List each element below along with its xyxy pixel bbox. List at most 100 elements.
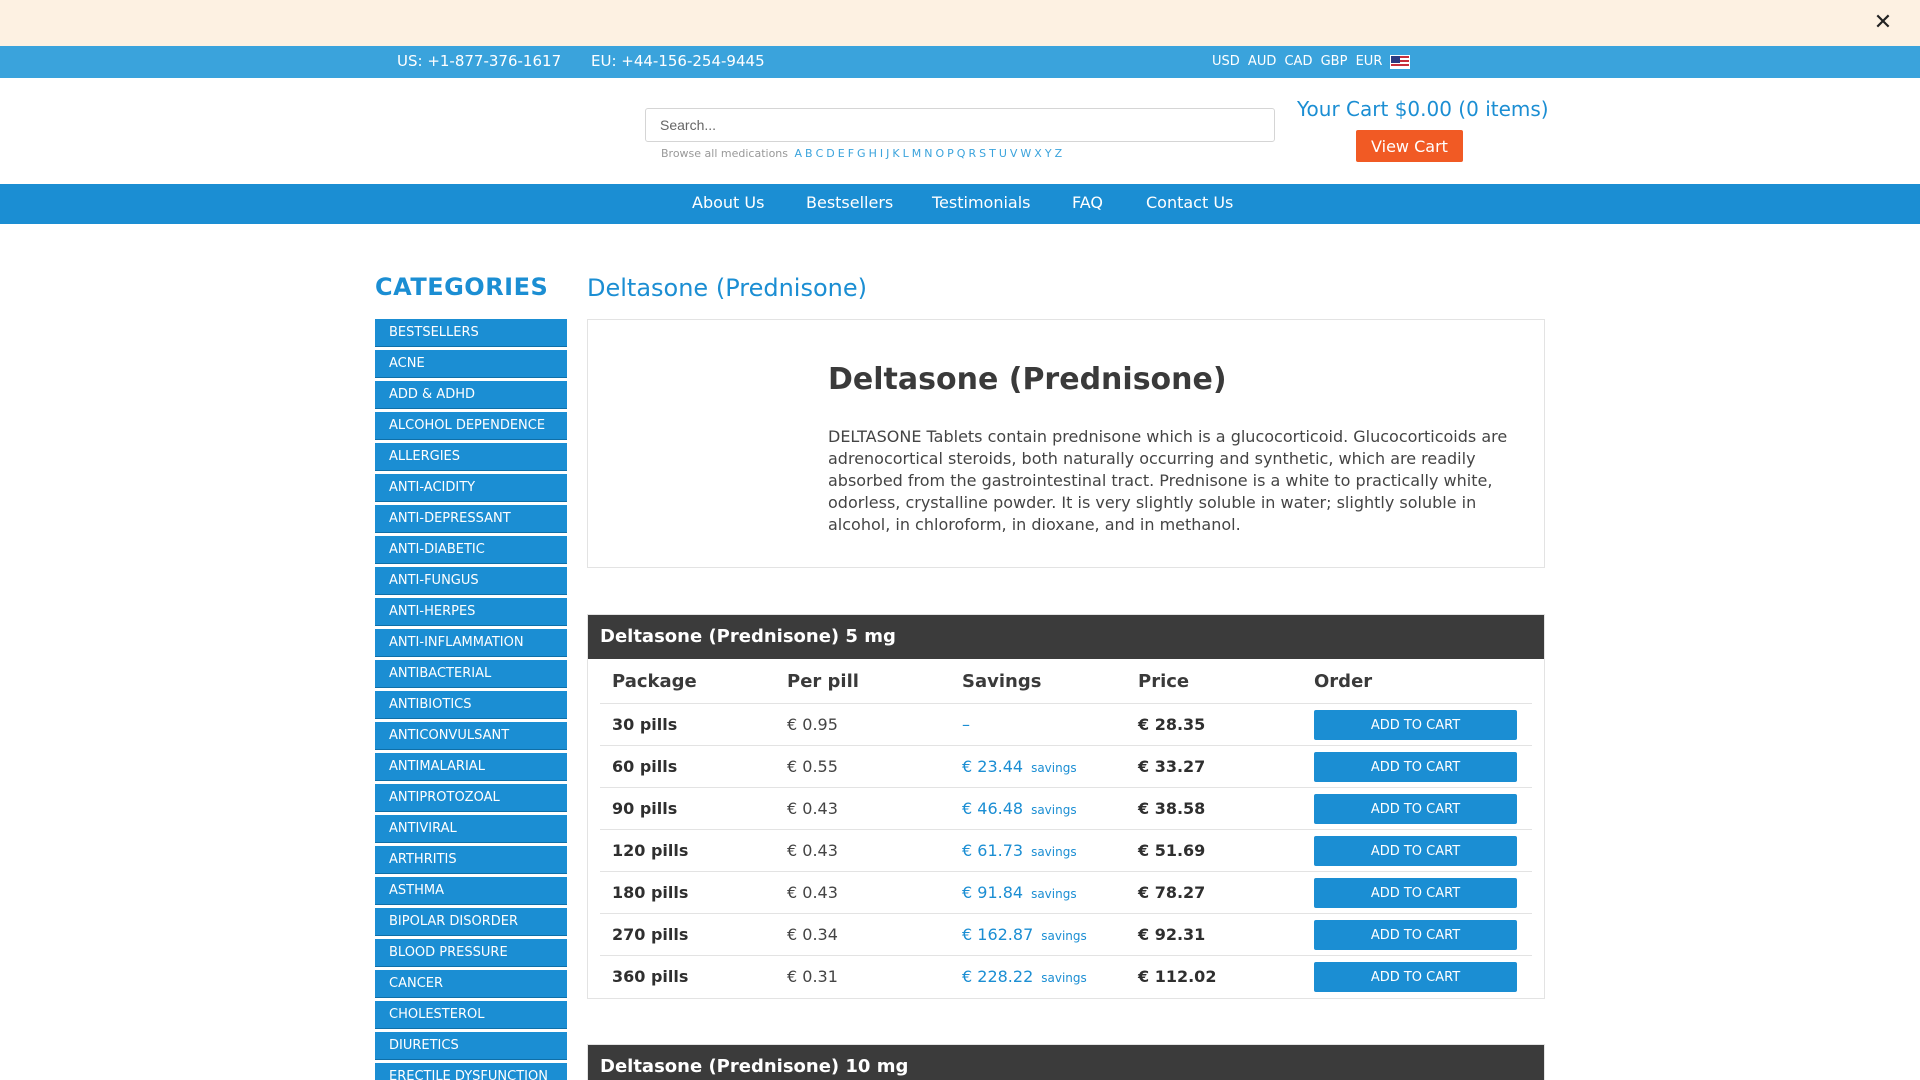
- sidebar-item-antimalarial[interactable]: Antimalarial: [375, 753, 567, 781]
- package-cell: 120 pills: [612, 841, 689, 860]
- currency-usd[interactable]: USD: [1212, 54, 1240, 69]
- header-savings: Savings: [962, 671, 1042, 692]
- browse-letter-j[interactable]: J: [886, 147, 889, 160]
- browse-letter-o[interactable]: O: [935, 147, 944, 160]
- currency-gbp[interactable]: GBP: [1321, 54, 1348, 69]
- view-cart-button[interactable]: View Cart: [1356, 130, 1463, 162]
- savings-label: savings: [1031, 845, 1077, 859]
- us-flag-icon[interactable]: [1390, 55, 1410, 69]
- add-to-cart-button[interactable]: Add to cart: [1314, 710, 1517, 740]
- close-icon[interactable]: ✕: [1868, 8, 1898, 38]
- per-pill-cell: € 0.43: [787, 883, 838, 902]
- nav-bestsellers[interactable]: Bestsellers: [806, 193, 893, 212]
- sidebar-item-alcohol-dependence[interactable]: Alcohol Dependence: [375, 412, 567, 440]
- phone-eu[interactable]: EU: +44-156-254-9445: [591, 52, 765, 70]
- sidebar-item-bipolar-disorder[interactable]: Bipolar Disorder: [375, 908, 567, 936]
- currency-aud[interactable]: AUD: [1248, 54, 1276, 69]
- cart-summary[interactable]: Your Cart $0.00 (0 items): [1297, 97, 1549, 121]
- sidebar-item-cancer[interactable]: Cancer: [375, 970, 567, 998]
- browse-letter-p[interactable]: P: [947, 147, 954, 160]
- nav-about-us[interactable]: About Us: [692, 193, 764, 212]
- browse-letter-k[interactable]: K: [892, 147, 899, 160]
- price-cell: € 112.02: [1138, 967, 1217, 986]
- per-pill-cell: € 0.31: [787, 967, 838, 986]
- price-table: Package Per pill Savings Price Order 30 …: [600, 659, 1532, 998]
- browse-letter-q[interactable]: Q: [957, 147, 966, 160]
- add-to-cart-button[interactable]: Add to cart: [1314, 794, 1517, 824]
- sidebar-item-anti-diabetic[interactable]: Anti-Diabetic: [375, 536, 567, 564]
- savings-amount: € 61.73: [962, 841, 1024, 860]
- sidebar-item-cholesterol[interactable]: Cholesterol: [375, 1001, 567, 1029]
- browse-letter-s[interactable]: S: [979, 147, 986, 160]
- browse-letter-b[interactable]: B: [805, 147, 813, 160]
- sidebar-item-antibiotics[interactable]: Antibiotics: [375, 691, 567, 719]
- savings-cell: € 61.73 savings: [962, 841, 1077, 860]
- promo-banner: ✕: [0, 0, 1920, 46]
- dose-title: Deltasone (Prednisone) 10 mg: [588, 1045, 1544, 1080]
- product-info-card: Deltasone (Prednisone) DELTASONE Tablets…: [587, 319, 1545, 568]
- dose-block-5mg: Deltasone (Prednisone) 5 mg Package Per …: [587, 614, 1545, 999]
- package-cell: 90 pills: [612, 799, 678, 818]
- sidebar-item-antiprotozoal[interactable]: Antiprotozoal: [375, 784, 567, 812]
- sidebar-item-anti-herpes[interactable]: Anti-Herpes: [375, 598, 567, 626]
- sidebar-item-blood-pressure[interactable]: Blood Pressure: [375, 939, 567, 967]
- sidebar-item-diuretics[interactable]: Diuretics: [375, 1032, 567, 1060]
- add-to-cart-button[interactable]: Add to cart: [1314, 836, 1517, 866]
- browse-letter-c[interactable]: C: [816, 147, 824, 160]
- header-per-pill: Per pill: [787, 671, 859, 692]
- search-input[interactable]: [645, 108, 1275, 142]
- sidebar-item-erectile-dysfunction[interactable]: Erectile Dysfunction: [375, 1063, 567, 1080]
- sidebar-item-anti-acidity[interactable]: Anti-Acidity: [375, 474, 567, 502]
- browse-letter-m[interactable]: M: [912, 147, 922, 160]
- table-row: 360 pills € 0.31 € 228.22 savings € 112.02 Ad…: [600, 956, 1532, 998]
- browse-letter-n[interactable]: N: [924, 147, 932, 160]
- nav-testimonials[interactable]: Testimonials: [932, 193, 1031, 212]
- sidebar-item-bestsellers[interactable]: Bestsellers: [375, 319, 567, 347]
- sidebar-item-anti-depressant[interactable]: Anti-Depressant: [375, 505, 567, 533]
- browse-letter-y[interactable]: Y: [1045, 147, 1052, 160]
- sidebar-item-asthma[interactable]: Asthma: [375, 877, 567, 905]
- browse-letter-f[interactable]: F: [848, 147, 854, 160]
- sidebar-item-anti-fungus[interactable]: Anti-Fungus: [375, 567, 567, 595]
- browse-letter-d[interactable]: D: [826, 147, 834, 160]
- sidebar-item-add-adhd[interactable]: Add & Adhd: [375, 381, 567, 409]
- currency-eur[interactable]: EUR: [1356, 54, 1383, 69]
- currency-cad[interactable]: CAD: [1284, 54, 1312, 69]
- sidebar-item-acne[interactable]: Acne: [375, 350, 567, 378]
- nav-contact-us[interactable]: Contact Us: [1146, 193, 1233, 212]
- add-to-cart-button[interactable]: Add to cart: [1314, 920, 1517, 950]
- add-to-cart-button[interactable]: Add to cart: [1314, 962, 1517, 992]
- browse-letter-w[interactable]: W: [1020, 147, 1031, 160]
- savings-amount: € 228.22: [962, 967, 1034, 986]
- browse-letter-u[interactable]: U: [999, 147, 1007, 160]
- browse-letter-t[interactable]: T: [989, 147, 996, 160]
- browse-letter-z[interactable]: Z: [1055, 147, 1063, 160]
- browse-letter-e[interactable]: E: [838, 147, 845, 160]
- browse-letter-x[interactable]: X: [1034, 147, 1042, 160]
- package-cell: 270 pills: [612, 925, 689, 944]
- add-to-cart-button[interactable]: Add to cart: [1314, 752, 1517, 782]
- dose-block-10mg: Deltasone (Prednisone) 10 mg: [587, 1044, 1545, 1080]
- savings-label: savings: [1031, 761, 1077, 775]
- browse-letter-l[interactable]: L: [903, 147, 909, 160]
- product-heading: Deltasone (Prednisone): [828, 362, 1227, 397]
- sidebar-item-antiviral[interactable]: Antiviral: [375, 815, 567, 843]
- package-cell: 30 pills: [612, 715, 678, 734]
- add-to-cart-button[interactable]: Add to cart: [1314, 878, 1517, 908]
- nav-faq[interactable]: FAQ: [1072, 193, 1103, 212]
- sidebar-item-anti-inflammation[interactable]: Anti-Inflammation: [375, 629, 567, 657]
- browse-letter-v[interactable]: V: [1010, 147, 1018, 160]
- sidebar-item-arthritis[interactable]: Arthritis: [375, 846, 567, 874]
- page-title: Deltasone (Prednisone): [587, 274, 867, 302]
- per-pill-cell: € 0.34: [787, 925, 838, 944]
- browse-letter-g[interactable]: G: [857, 147, 866, 160]
- phone-us[interactable]: US: +1-877-376-1617: [397, 52, 561, 70]
- sidebar-item-antibacterial[interactable]: Antibacterial: [375, 660, 567, 688]
- browse-letter-i[interactable]: I: [880, 147, 883, 160]
- browse-letter-a[interactable]: A: [795, 147, 803, 160]
- sidebar-item-anticonvulsant[interactable]: Anticonvulsant: [375, 722, 567, 750]
- browse-letter-r[interactable]: R: [968, 147, 976, 160]
- browse-letter-h[interactable]: H: [869, 147, 877, 160]
- savings-amount: € 91.84: [962, 883, 1024, 902]
- sidebar-item-allergies[interactable]: Allergies: [375, 443, 567, 471]
